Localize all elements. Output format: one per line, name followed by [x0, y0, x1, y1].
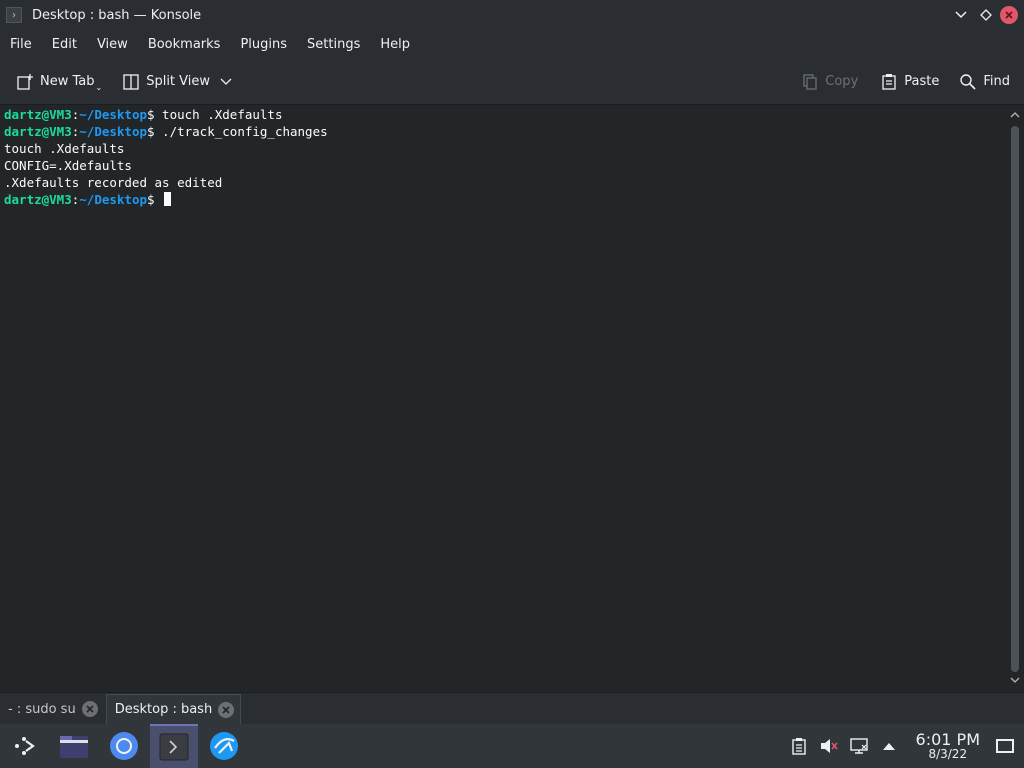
scroll-up-icon[interactable] [1006, 108, 1024, 124]
terminal-line: CONFIG=.Xdefaults [4, 157, 1005, 174]
terminal-line: dartz@VM3:~/Desktop$ ./track_config_chan… [4, 124, 328, 139]
prompt-path: ~/Desktop [79, 192, 147, 207]
menubar: File Edit View Bookmarks Plugins Settings Help [0, 30, 1024, 59]
scrollbar-handle[interactable] [1011, 126, 1019, 672]
prompt-user: dartz@VM3 [4, 124, 72, 139]
terminal-line: dartz@VM3:~/Desktop$ touch .Xdefaults [4, 107, 283, 122]
menu-edit[interactable]: Edit [42, 37, 87, 52]
toolbar: New Tab ⌄ Split View Copy Paste Find [0, 59, 1024, 105]
terminal-line: .Xdefaults recorded as edited [4, 174, 1005, 191]
menu-view[interactable]: View [87, 37, 138, 52]
tab-close-icon[interactable] [81, 701, 98, 717]
menu-file[interactable]: File [0, 37, 42, 52]
menu-settings[interactable]: Settings [297, 37, 370, 52]
konsole-window: › Desktop : bash — Konsole File Edit View B… [0, 0, 1024, 724]
show-desktop-icon[interactable] [996, 739, 1014, 753]
command-text [155, 192, 163, 207]
paste-button[interactable]: Paste [872, 67, 947, 97]
terminal-line: dartz@VM3:~/Desktop$ [4, 191, 1005, 208]
app-launcher-icon[interactable] [0, 724, 48, 768]
taskbar: 6:01 PM 8/3/22 [0, 724, 1024, 768]
new-tab-icon [17, 73, 33, 90]
command-text: ./track_config_changes [154, 124, 328, 139]
find-label: Find [983, 74, 1010, 89]
text-cursor [164, 192, 172, 206]
discover-icon[interactable] [200, 724, 248, 768]
output-text: .Xdefaults recorded as edited [4, 175, 223, 190]
terminal-line: touch .Xdefaults [4, 140, 1005, 157]
tab-bar: - : sudo su Desktop : bash [0, 692, 1024, 724]
terminal-scrollbar[interactable] [1006, 106, 1024, 692]
split-view-button[interactable]: Split View [114, 67, 240, 97]
scroll-down-icon[interactable] [1006, 674, 1024, 690]
tab-desktop-bash[interactable]: Desktop : bash [105, 694, 242, 724]
search-icon [960, 73, 976, 90]
volume-muted-icon[interactable] [818, 735, 840, 757]
tab-close-icon[interactable] [218, 701, 235, 718]
konsole-icon[interactable] [150, 724, 198, 768]
terminal-output[interactable]: dartz@VM3:~/Desktop$ touch .Xdefaults dar… [0, 106, 1005, 692]
maximize-icon[interactable] [975, 4, 997, 26]
split-view-label: Split View [146, 74, 211, 89]
copy-icon [803, 73, 817, 90]
new-tab-label: New Tab [40, 74, 95, 89]
menu-plugins[interactable]: Plugins [230, 37, 297, 52]
split-view-icon [123, 73, 139, 90]
clock-time: 6:01 PM [915, 730, 980, 749]
tray-expand-icon[interactable] [878, 735, 900, 757]
file-manager-icon[interactable] [50, 724, 98, 768]
output-text: CONFIG=.Xdefaults [4, 158, 132, 173]
clipboard-icon[interactable] [788, 735, 810, 757]
copy-label: Copy [825, 74, 859, 89]
new-tab-button[interactable]: New Tab ⌄ [8, 67, 110, 97]
network-icon[interactable] [848, 735, 870, 757]
output-text: touch .Xdefaults [4, 141, 125, 156]
menu-help[interactable]: Help [370, 37, 420, 52]
prompt-path: ~/Desktop [79, 107, 147, 122]
prompt-user: dartz@VM3 [4, 107, 72, 122]
paste-icon [882, 73, 896, 90]
command-text: touch .Xdefaults [154, 107, 283, 122]
konsole-app-icon[interactable]: › [6, 7, 22, 23]
system-tray [784, 735, 904, 757]
chevron-down-icon[interactable] [220, 78, 232, 86]
tab-sudo-su[interactable]: - : sudo su [0, 694, 104, 724]
window-title: Desktop : bash — Konsole [32, 7, 202, 23]
copy-button[interactable]: Copy [793, 67, 866, 97]
tab-label: - : sudo su [8, 701, 76, 717]
titlebar[interactable]: › Desktop : bash — Konsole [0, 0, 1024, 30]
close-icon[interactable] [1000, 6, 1018, 24]
chromium-icon[interactable] [100, 724, 148, 768]
clock-date: 8/3/22 [928, 747, 968, 761]
prompt-path: ~/Desktop [79, 124, 147, 139]
tab-label: Desktop : bash [114, 702, 213, 717]
find-button[interactable]: Find [951, 67, 1018, 97]
new-tab-dropdown-icon[interactable]: ⌄ [96, 83, 103, 92]
clock[interactable]: 6:01 PM 8/3/22 [916, 731, 980, 761]
menu-bookmarks[interactable]: Bookmarks [138, 37, 231, 52]
paste-label: Paste [904, 74, 940, 89]
prompt-user: dartz@VM3 [4, 192, 72, 207]
minimize-icon[interactable] [950, 4, 972, 26]
